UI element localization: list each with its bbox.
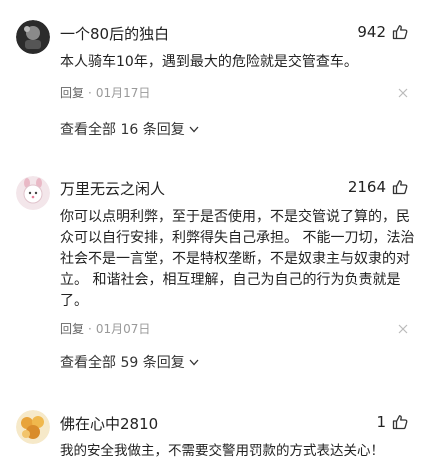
username[interactable]: 万里无云之闲人 — [60, 178, 165, 199]
view-replies-label: 查看全部 59 条回复 — [60, 355, 185, 371]
reply-button[interactable]: 回复 — [60, 86, 84, 100]
view-replies-label: 查看全部 16 条回复 — [60, 122, 185, 138]
thumbs-up-icon — [392, 25, 408, 40]
chevron-down-icon — [189, 359, 199, 365]
avatar[interactable] — [16, 410, 50, 444]
like-count: 1 — [376, 413, 386, 431]
username[interactable]: 佛在心中2810 — [60, 413, 158, 434]
like-count: 2164 — [347, 178, 386, 196]
like-button[interactable]: 2164 — [348, 178, 408, 196]
like-button[interactable]: 942 — [357, 23, 408, 41]
close-icon[interactable] — [398, 88, 408, 98]
username[interactable]: 一个80后的独白 — [60, 23, 169, 44]
thumbs-up-icon — [392, 415, 408, 430]
avatar[interactable] — [16, 176, 50, 210]
comment-item: 万里无云之闲人 2164 你可以点明利弊，至于是否使用，不是交管说了算的，民众可… — [0, 160, 434, 390]
comment-text: 本人骑车10年，遇到最大的危险就是交管查车。 — [60, 54, 358, 70]
thumbs-up-icon — [392, 180, 408, 195]
comment-meta: 回复 · 01月17日 — [60, 84, 150, 101]
view-replies-button[interactable]: 查看全部 16 条回复 — [60, 119, 199, 139]
comment-item: 佛在心中2810 1 我的安全我做主，不需要交警用罚款的方式表达关心！ — [0, 390, 434, 471]
comment-item: 一个80后的独白 942 本人骑车10年，遇到最大的危险就是交管查车。 回复 · 0… — [0, 0, 434, 160]
chevron-down-icon — [189, 126, 199, 132]
avatar[interactable] — [16, 20, 50, 54]
view-replies-button[interactable]: 查看全部 59 条回复 — [60, 352, 199, 372]
comment-text: 你可以点明利弊，至于是否使用，不是交管说了算的，民众可以自行安排，利弊得失自己承… — [60, 209, 415, 309]
like-button[interactable]: 1 — [376, 413, 408, 431]
close-icon[interactable] — [398, 324, 408, 334]
meta-separator: · — [88, 322, 92, 336]
like-count: 942 — [357, 23, 386, 41]
comment-date: 01月17日 — [95, 86, 151, 100]
reply-button[interactable]: 回复 — [60, 322, 84, 336]
meta-separator: · — [88, 86, 92, 100]
comment-meta: 回复 · 01月07日 — [60, 320, 150, 337]
comment-text: 我的安全我做主，不需要交警用罚款的方式表达关心！ — [60, 443, 384, 459]
comment-date: 01月07日 — [95, 322, 151, 336]
